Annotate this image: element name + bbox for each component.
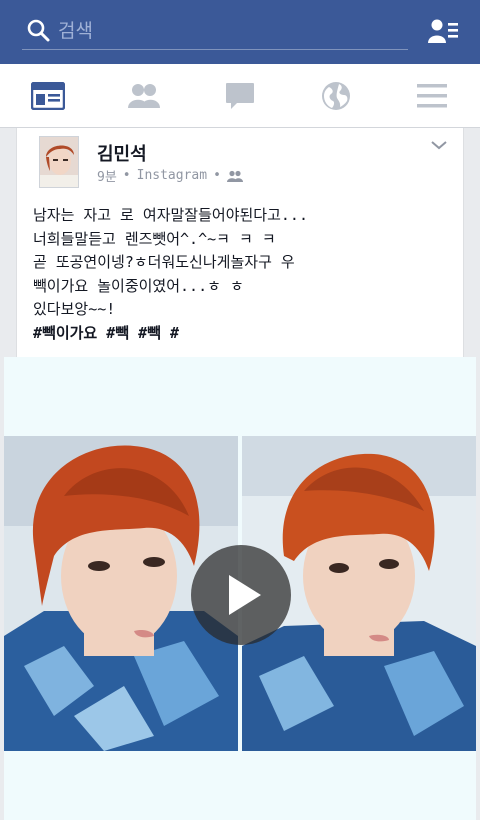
friends-privacy-icon: [226, 170, 243, 182]
post-hashtags[interactable]: #빽이가요 #빽 #빽 #: [33, 322, 453, 346]
chevron-down-icon[interactable]: [429, 138, 449, 152]
tab-news-feed[interactable]: [0, 64, 96, 128]
post-text-line: 너희들말듣고 렌즈뺏어^.^~ㅋ ㅋ ㅋ: [33, 229, 276, 248]
post-source[interactable]: Instagram: [137, 168, 207, 183]
contacts-icon[interactable]: [428, 18, 460, 46]
tab-messages[interactable]: [192, 64, 288, 128]
friends-icon: [128, 84, 160, 108]
video-attachment[interactable]: [4, 357, 476, 820]
meta-separator: •: [213, 168, 221, 183]
avatar[interactable]: [39, 136, 79, 188]
post-author[interactable]: 김민석: [97, 140, 147, 166]
tab-friend-requests[interactable]: [96, 64, 192, 128]
post-text-line: 남자는 자고 로 여자말잘들어야된다고...: [33, 206, 308, 224]
meta-separator: •: [122, 168, 131, 183]
play-icon: [229, 575, 261, 615]
play-button[interactable]: [191, 545, 291, 645]
chat-bubble-icon: [226, 83, 254, 109]
post-text-line: 빽이가요 놀이중이였어...ㅎ ㅎ: [33, 276, 244, 295]
globe-icon: [322, 82, 350, 110]
search-icon: [27, 19, 50, 42]
post-text: 남자는 자고 로 여자말잘들어야된다고... 너희들말듣고 렌즈뺏어^.^~ㅋ …: [33, 204, 453, 345]
tab-notifications[interactable]: [288, 64, 384, 128]
tab-more[interactable]: [384, 64, 480, 128]
top-bar: [0, 0, 480, 64]
news-feed-icon: [31, 82, 65, 110]
search-bar[interactable]: [22, 14, 408, 50]
post-meta: 9분 • Instagram •: [97, 166, 243, 185]
post-time[interactable]: 9분: [97, 166, 117, 185]
menu-icon: [417, 84, 447, 108]
nav-bar: [0, 64, 480, 128]
search-input[interactable]: [58, 17, 358, 45]
post-text-line: 있다보앙~~!: [33, 300, 116, 318]
post-text-line: 곧 또공연이넹?ㅎ더워도신나게놀자구 우: [33, 253, 295, 271]
